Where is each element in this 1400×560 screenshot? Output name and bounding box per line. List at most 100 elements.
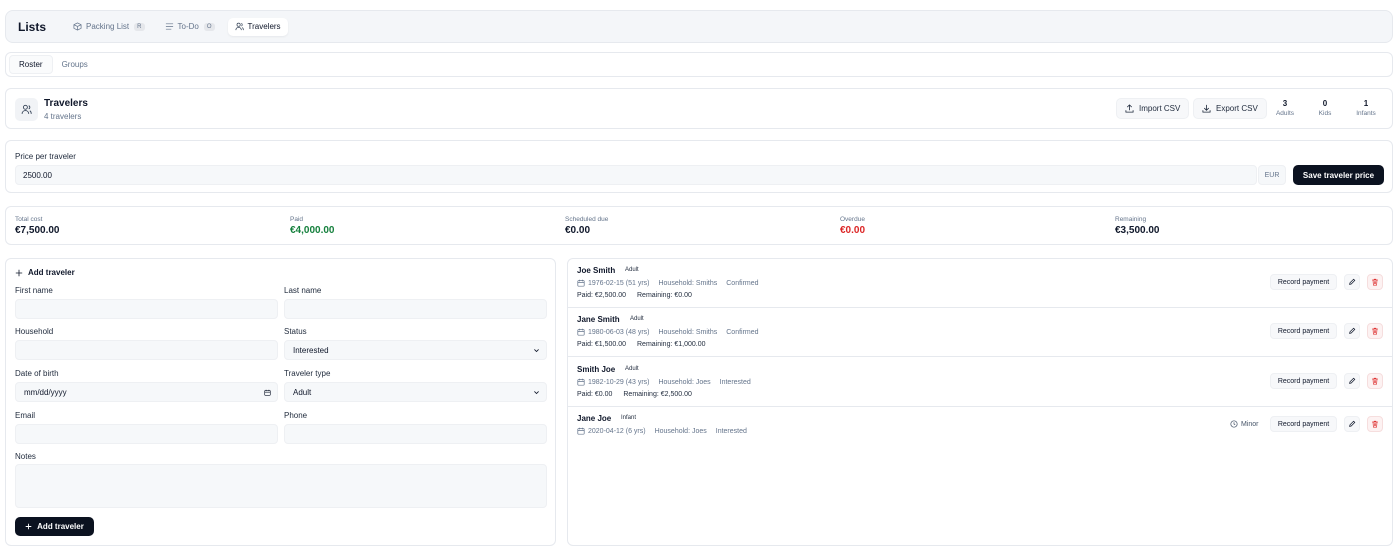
- form-title-label: Add traveler: [28, 268, 75, 277]
- tab-todo[interactable]: To-Do O: [158, 18, 222, 36]
- package-icon: [73, 22, 82, 31]
- edit-button[interactable]: [1344, 373, 1360, 389]
- total-remaining: Remaining €3,500.00: [1115, 216, 1160, 236]
- traveler-remaining: Remaining: €1,000.00: [637, 341, 706, 348]
- traveler-type-select[interactable]: Adult: [284, 382, 547, 402]
- total-label: Remaining: [1115, 216, 1147, 223]
- price-input[interactable]: 2500.00: [15, 165, 1257, 185]
- email-input[interactable]: [15, 424, 278, 444]
- form-title: Add traveler: [15, 268, 75, 277]
- traveler-dob: 1982-10-29 (43 yrs): [588, 378, 650, 386]
- stat-label: Kids: [1318, 110, 1332, 117]
- household-input[interactable]: [15, 340, 278, 360]
- pencil-icon: [1349, 420, 1356, 427]
- import-csv-label: Import CSV: [1139, 104, 1181, 113]
- stat-value: 0: [1322, 99, 1328, 108]
- trash-icon: [1372, 420, 1378, 428]
- add-traveler-button[interactable]: Add traveler: [15, 517, 94, 536]
- trash-icon: [1372, 327, 1378, 335]
- record-payment-button[interactable]: Record payment: [1270, 274, 1337, 290]
- tab-label: Travelers: [247, 22, 281, 31]
- dob-input[interactable]: mm/dd/yyyy: [15, 382, 278, 402]
- phone-input[interactable]: [284, 424, 547, 444]
- users-icon: [235, 22, 244, 31]
- edit-button[interactable]: [1344, 274, 1360, 290]
- traveler-count: 4 travelers: [44, 112, 82, 121]
- traveler-type-badge: Adult: [625, 366, 639, 372]
- stat-adults: 3 Adults: [1270, 99, 1300, 117]
- travelers-header: Travelers 4 travelers Import CSV Export …: [5, 88, 1393, 129]
- total-cost: Total cost €7,500.00: [15, 216, 60, 236]
- traveler-status: Confirmed: [726, 279, 759, 287]
- tab-badge: R: [134, 22, 145, 31]
- dob-placeholder: mm/dd/yyyy: [24, 387, 67, 397]
- tab-badge: O: [203, 22, 215, 31]
- traveler-dob: 2020-04-12 (6 yrs): [588, 427, 646, 435]
- stat-kids: 0 Kids: [1310, 99, 1340, 117]
- record-payment-button[interactable]: Record payment: [1270, 373, 1337, 389]
- subtab-groups[interactable]: Groups: [53, 55, 97, 74]
- status-select[interactable]: Interested: [284, 340, 547, 360]
- tab-travelers[interactable]: Travelers: [227, 17, 288, 36]
- traveler-paid: Paid: €0.00: [577, 391, 613, 398]
- traveler-paid: Paid: €1,500.00: [577, 341, 627, 348]
- traveler-payments: Paid: €2,500.00 Remaining: €0.00: [577, 292, 701, 299]
- traveler-household: Household: Joes: [654, 427, 707, 435]
- record-payment-button[interactable]: Record payment: [1270, 323, 1337, 339]
- traveler-meta: 1980-06-03 (48 yrs) Household: Smiths Co…: [577, 328, 768, 336]
- export-csv-button[interactable]: Export CSV: [1193, 98, 1267, 119]
- notes-textarea[interactable]: [15, 464, 547, 508]
- total-label: Overdue: [840, 216, 865, 223]
- delete-button[interactable]: [1367, 416, 1383, 432]
- price-label: Price per traveler: [15, 152, 76, 161]
- traveler-dob: 1976-02-15 (51 yrs): [588, 279, 650, 287]
- traveler-row: Smith Joe Adult 1982-10-29 (43 yrs) Hous…: [568, 358, 1392, 407]
- totals-card: Total cost €7,500.00 Paid €4,000.00 Sche…: [5, 206, 1393, 245]
- first-name-label: First name: [15, 286, 53, 295]
- traveler-meta: 1976-02-15 (51 yrs) Household: Smiths Co…: [577, 279, 768, 287]
- traveler-remaining: Remaining: €2,500.00: [623, 391, 692, 398]
- subtab-roster[interactable]: Roster: [9, 55, 53, 74]
- traveler-dob: 1980-06-03 (48 yrs): [588, 328, 650, 336]
- price-card: Price per traveler 2500.00 EUR Save trav…: [5, 140, 1393, 193]
- users-icon: [21, 104, 32, 114]
- email-label: Email: [15, 411, 36, 420]
- total-label: Scheduled due: [565, 216, 609, 223]
- traveler-payments: Paid: €1,500.00 Remaining: €1,000.00: [577, 341, 715, 348]
- stat-label: Infants: [1356, 110, 1376, 117]
- save-price-button[interactable]: Save traveler price: [1293, 165, 1384, 185]
- notes-label: Notes: [15, 452, 36, 461]
- phone-label: Phone: [284, 411, 308, 420]
- export-csv-label: Export CSV: [1216, 104, 1258, 113]
- traveler-household: Household: Smiths: [658, 279, 718, 287]
- traveler-list: Joe Smith Adult 1976-02-15 (51 yrs) Hous…: [567, 258, 1393, 546]
- calendar-icon[interactable]: [264, 389, 271, 396]
- list-icon: [165, 23, 173, 30]
- traveler-household: Household: Smiths: [658, 328, 718, 336]
- last-name-input[interactable]: [284, 299, 547, 319]
- calendar-icon: [577, 378, 585, 386]
- total-value: €4,000.00: [290, 225, 335, 236]
- record-payment-button[interactable]: Record payment: [1270, 416, 1337, 432]
- trash-icon: [1372, 377, 1378, 385]
- household-label: Household: [15, 327, 54, 336]
- import-csv-button[interactable]: Import CSV: [1116, 98, 1190, 119]
- traveler-name: Smith Joe: [577, 365, 616, 374]
- tab-packing-list[interactable]: Packing List R: [66, 18, 151, 36]
- total-label: Paid: [290, 216, 304, 223]
- delete-button[interactable]: [1367, 373, 1383, 389]
- calendar-icon: [577, 279, 585, 287]
- first-name-input[interactable]: [15, 299, 278, 319]
- calendar-icon: [577, 427, 585, 435]
- edit-button[interactable]: [1344, 323, 1360, 339]
- total-overdue: Overdue €0.00: [840, 216, 865, 236]
- total-label: Total cost: [15, 216, 43, 223]
- total-value: €3,500.00: [1115, 225, 1160, 236]
- chevron-down-icon: [534, 391, 539, 395]
- traveler-type-badge: Infant: [621, 415, 637, 421]
- delete-button[interactable]: [1367, 274, 1383, 290]
- edit-button[interactable]: [1344, 416, 1360, 432]
- delete-button[interactable]: [1367, 323, 1383, 339]
- traveler-meta: 1982-10-29 (43 yrs) Household: Joes Inte…: [577, 378, 760, 386]
- traveler-name: Jane Joe: [577, 414, 612, 423]
